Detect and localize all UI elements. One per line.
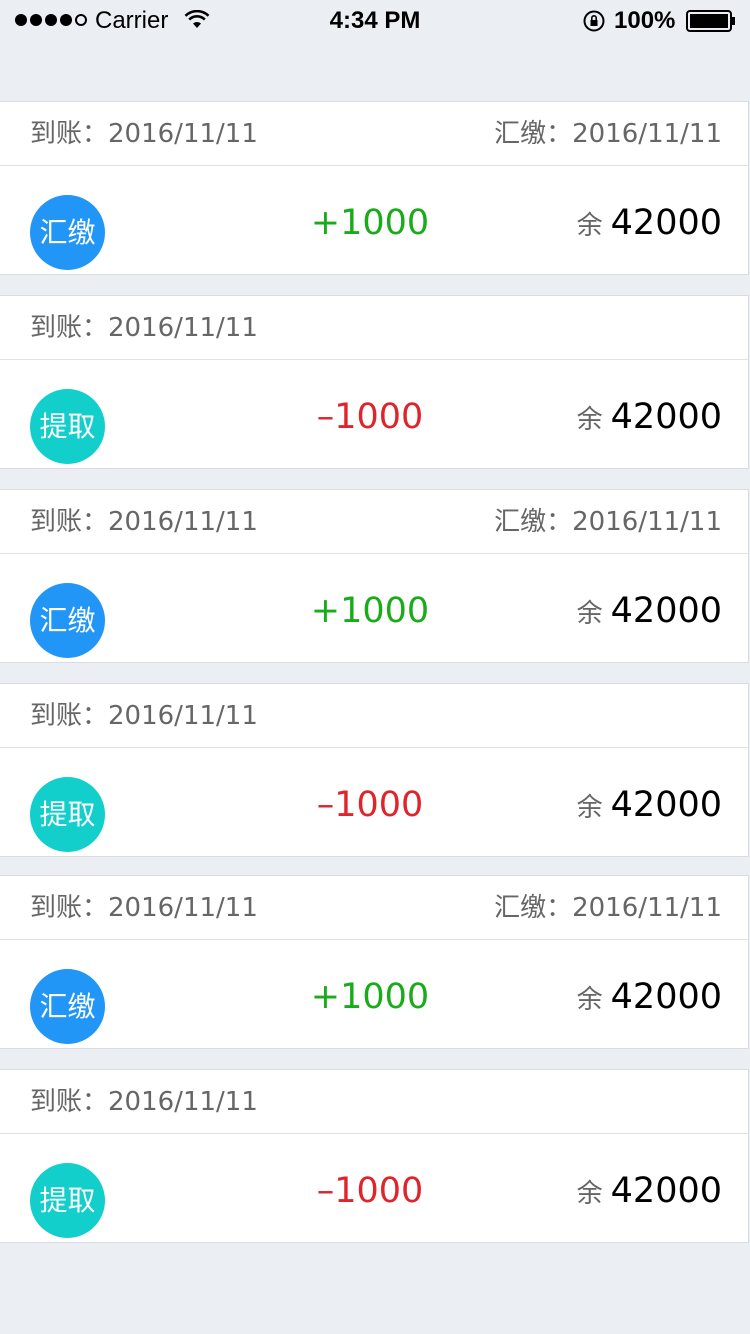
card-header: 到账：2016/11/11 汇缴：2016/11/11 — [0, 876, 748, 940]
balance: 余 42000 — [577, 395, 722, 442]
transaction-card[interactable]: 到账：2016/11/11 提取 –1000 余 42000 — [0, 295, 749, 469]
card-header: 到账：2016/11/11 汇缴：2016/11/11 — [0, 490, 748, 554]
arrival-date-label: 到账： — [30, 701, 109, 731]
transaction-card[interactable]: 到账：2016/11/11 汇缴：2016/11/11 汇缴 +1000 余 42000 — [0, 875, 749, 1049]
balance-value: 42000 — [610, 591, 722, 631]
remit-date: 汇缴：2016/11/11 — [494, 505, 722, 539]
withdraw-type-badge: 提取 — [30, 777, 105, 852]
remit-type-badge: 汇缴 — [30, 969, 105, 1044]
card-header: 到账：2016/11/11 — [0, 684, 748, 748]
balance: 余 42000 — [577, 201, 722, 248]
arrival-date-label: 到账： — [30, 507, 109, 537]
transaction-amount: +1000 — [310, 977, 430, 1017]
balance-label: 余 — [576, 405, 603, 435]
arrival-date: 到账：2016/11/11 — [30, 311, 258, 345]
remit-date-value: 2016/11/11 — [572, 893, 722, 923]
balance-value: 42000 — [610, 1171, 722, 1211]
balance-label: 余 — [576, 1179, 603, 1209]
withdraw-type-badge: 提取 — [30, 1163, 105, 1238]
transaction-card[interactable]: 到账：2016/11/11 汇缴：2016/11/11 汇缴 +1000 余 42000 — [0, 101, 749, 275]
arrival-date-value: 2016/11/11 — [108, 1087, 258, 1117]
rotation-lock-icon — [582, 9, 606, 37]
arrival-date-label: 到账： — [30, 119, 109, 149]
transaction-card[interactable]: 到账：2016/11/11 汇缴：2016/11/11 汇缴 +1000 余 42000 — [0, 489, 749, 663]
arrival-date-label: 到账： — [30, 313, 109, 343]
arrival-date: 到账：2016/11/11 — [30, 1085, 258, 1119]
balance-label: 余 — [576, 599, 603, 629]
remit-date-value: 2016/11/11 — [572, 119, 722, 149]
remit-date-value: 2016/11/11 — [572, 507, 722, 537]
balance-label: 余 — [576, 793, 603, 823]
transaction-card[interactable]: 到账：2016/11/11 提取 –1000 余 42000 — [0, 683, 749, 857]
remit-date-label: 汇缴： — [494, 507, 573, 537]
balance-value: 42000 — [610, 397, 722, 437]
balance-value: 42000 — [610, 203, 722, 243]
remit-type-badge: 汇缴 — [30, 583, 105, 658]
balance-value: 42000 — [610, 977, 722, 1017]
transaction-amount: +1000 — [310, 591, 430, 631]
battery-percentage: 100% — [614, 7, 676, 34]
transaction-amount: +1000 — [310, 203, 430, 243]
card-header: 到账：2016/11/11 汇缴：2016/11/11 — [0, 102, 748, 166]
battery-icon — [686, 10, 736, 36]
balance: 余 42000 — [577, 589, 722, 636]
arrival-date-value: 2016/11/11 — [108, 701, 258, 731]
arrival-date-value: 2016/11/11 — [108, 507, 258, 537]
remit-date: 汇缴：2016/11/11 — [494, 117, 722, 151]
arrival-date-label: 到账： — [30, 893, 109, 923]
arrival-date-value: 2016/11/11 — [108, 313, 258, 343]
remit-date: 汇缴：2016/11/11 — [494, 891, 722, 925]
transaction-amount: –1000 — [316, 785, 424, 825]
balance: 余 42000 — [577, 1169, 722, 1216]
arrival-date: 到账：2016/11/11 — [30, 699, 258, 733]
transaction-amount: –1000 — [316, 1171, 424, 1211]
card-header: 到账：2016/11/11 — [0, 1070, 748, 1134]
status-bar: Carrier 4:34 PM 100% — [0, 0, 750, 40]
arrival-date: 到账：2016/11/11 — [30, 117, 258, 151]
balance: 余 42000 — [577, 783, 722, 830]
balance-label: 余 — [576, 985, 603, 1015]
remit-type-badge: 汇缴 — [30, 195, 105, 270]
arrival-date-value: 2016/11/11 — [108, 893, 258, 923]
remit-date-label: 汇缴： — [494, 119, 573, 149]
transaction-amount: –1000 — [316, 397, 424, 437]
withdraw-type-badge: 提取 — [30, 389, 105, 464]
transaction-card[interactable]: 到账：2016/11/11 提取 –1000 余 42000 — [0, 1069, 749, 1243]
balance-label: 余 — [576, 211, 603, 241]
arrival-date: 到账：2016/11/11 — [30, 505, 258, 539]
balance: 余 42000 — [577, 975, 722, 1022]
arrival-date: 到账：2016/11/11 — [30, 891, 258, 925]
arrival-date-value: 2016/11/11 — [108, 119, 258, 149]
card-header: 到账：2016/11/11 — [0, 296, 748, 360]
balance-value: 42000 — [610, 785, 722, 825]
remit-date-label: 汇缴： — [494, 893, 573, 923]
arrival-date-label: 到账： — [30, 1087, 109, 1117]
